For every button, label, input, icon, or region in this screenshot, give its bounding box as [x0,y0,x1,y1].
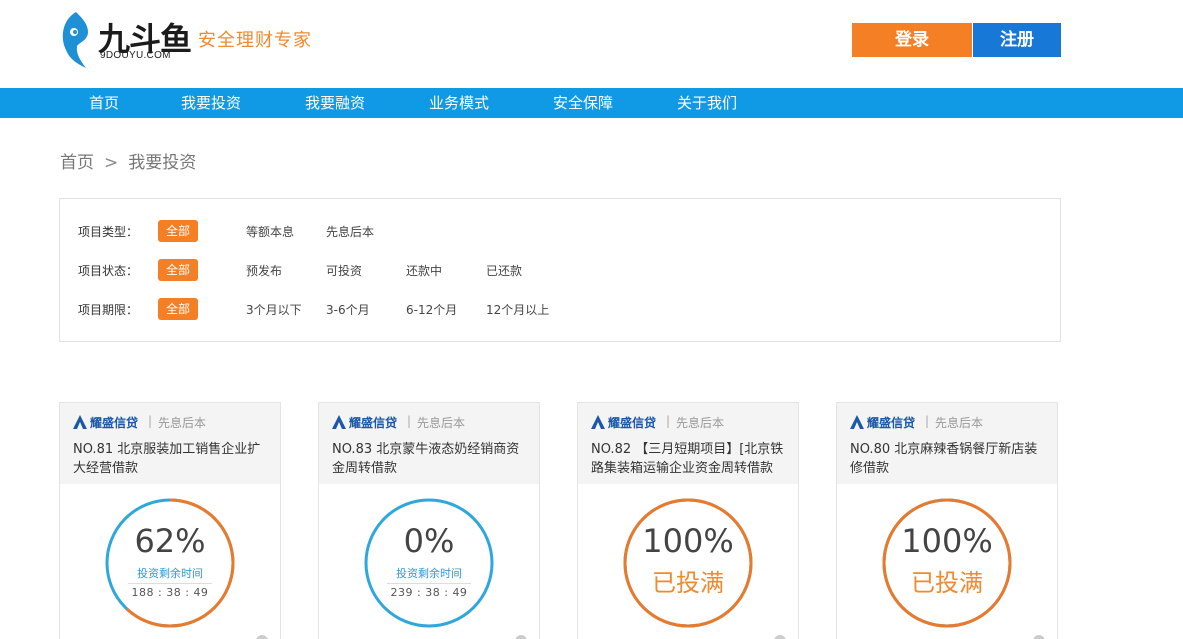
brand-logo-icon [850,415,864,429]
card-header: 耀盛信贷 | 先息后本 NO.83 北京蒙牛液态奶经销商资金周转借款 [319,403,539,484]
brand-name: 耀盛信贷 [90,416,139,430]
brand-name: 耀盛信贷 [608,416,657,430]
breadcrumb: 首页 > 我要投资 [60,148,196,173]
card-header: 耀盛信贷 | 先息后本 NO.80 北京麻辣香锅餐厅新店装修借款 [837,403,1057,484]
help-icon[interactable] [256,635,268,639]
logo-domain: 9DOUYU.COM [100,50,171,61]
repayment-type: 先息后本 [935,416,984,430]
ring-track [364,498,494,628]
filter-label-type: 项目类型： [78,225,139,239]
remaining-time: 239 : 38 : 49 [390,586,468,599]
brand-logo-icon [591,415,605,429]
brand-divider: | [148,414,153,428]
breadcrumb-home[interactable]: 首页 [60,153,94,173]
nav-item-business-model[interactable]: 业务模式 [429,88,489,118]
remaining-time: 188 : 38 : 49 [131,586,209,599]
site-header: 九斗鱼 9DOUYU.COM 安全理财专家 登录 注册 [0,0,1183,88]
help-icon[interactable] [774,635,786,639]
project-card[interactable]: 耀盛信贷 | 先息后本 NO.80 北京麻辣香锅餐厅新店装修借款 100% 已投… [836,402,1058,639]
card-title[interactable]: NO.81 北京服装加工销售企业扩大经营借款 [73,440,273,478]
card-header: 耀盛信贷 | 先息后本 NO.82 【三月短期项目】[北京铁路集装箱运输企业资金… [578,403,798,484]
repayment-type: 先息后本 [676,416,725,430]
progress-ring: 62% 投资剩余时间 188 : 38 : 49 [102,495,238,631]
brand-logo-icon [332,415,346,429]
project-card[interactable]: 耀盛信贷 | 先息后本 NO.81 北京服装加工销售企业扩大经营借款 62% 投… [59,402,281,639]
filter-term-option[interactable]: 3个月以下 [246,301,302,318]
repayment-type: 先息后本 [158,416,207,430]
brand-divider: | [666,414,671,428]
filter-type-option[interactable]: 先息后本 [326,223,374,240]
brand-divider: | [925,414,930,428]
fully-invested-label: 已投满 [911,569,983,597]
progress-ring: 100% 已投满 [879,495,1015,631]
breadcrumb-current: 我要投资 [128,153,197,173]
filter-term-option[interactable]: 3-6个月 [326,301,370,318]
progress-percent: 0% [403,522,455,560]
fully-invested-label: 已投满 [652,569,724,597]
nav-item-invest[interactable]: 我要投资 [181,88,241,118]
ring-divider [387,583,471,584]
filter-term-option[interactable]: 12个月以上 [486,301,549,318]
brand-name: 耀盛信贷 [867,416,916,430]
filter-term-option[interactable]: 6-12个月 [406,301,457,318]
filter-term-all[interactable]: 全部 [158,298,198,320]
repayment-type: 先息后本 [417,416,466,430]
project-card[interactable]: 耀盛信贷 | 先息后本 NO.83 北京蒙牛液态奶经销商资金周转借款 0% 投资… [318,402,540,639]
card-header: 耀盛信贷 | 先息后本 NO.81 北京服装加工销售企业扩大经营借款 [60,403,280,484]
remaining-time-label: 投资剩余时间 [396,567,462,580]
card-title[interactable]: NO.80 北京麻辣香锅餐厅新店装修借款 [850,440,1050,478]
filter-type-all[interactable]: 全部 [158,220,198,242]
progress-ring-graphic [105,498,235,628]
brand-logo-icon [73,415,87,429]
progress-percent: 62% [134,522,206,560]
progress-ring: 100% 已投满 [620,495,756,631]
nav-item-about[interactable]: 关于我们 [677,88,737,118]
progress-ring-graphic [364,498,494,628]
brand-divider: | [407,414,412,428]
fish-logo-icon [62,12,88,68]
nav-item-financing[interactable]: 我要融资 [305,88,365,118]
brand-name: 耀盛信贷 [349,416,398,430]
filter-status-option[interactable]: 预发布 [246,262,282,279]
nav-item-home[interactable]: 首页 [89,88,119,118]
site-logo[interactable]: 九斗鱼 9DOUYU.COM [58,8,198,70]
filter-label-status: 项目状态： [78,264,139,278]
progress-percent: 100% [901,522,993,560]
filter-status-all[interactable]: 全部 [158,259,198,281]
register-button[interactable]: 注册 [973,23,1061,57]
card-title[interactable]: NO.82 【三月短期项目】[北京铁路集装箱运输企业资金周转借款 [591,440,791,478]
filter-status-option[interactable]: 还款中 [406,262,442,279]
main-nav: 首页 我要投资 我要融资 业务模式 安全保障 关于我们 [0,88,1183,118]
slogan: 安全理财专家 [198,30,312,51]
filter-status-option[interactable]: 已还款 [486,262,522,279]
remaining-time-label: 投资剩余时间 [137,567,203,580]
nav-item-security[interactable]: 安全保障 [553,88,613,118]
filter-type-option[interactable]: 等额本息 [246,223,294,240]
progress-percent: 100% [642,522,734,560]
project-card[interactable]: 耀盛信贷 | 先息后本 NO.82 【三月短期项目】[北京铁路集装箱运输企业资金… [577,402,799,639]
filter-label-term: 项目期限： [78,303,139,317]
progress-ring: 0% 投资剩余时间 239 : 38 : 49 [361,495,497,631]
ring-divider [128,583,212,584]
help-icon[interactable] [515,635,527,639]
filter-panel: 项目类型： 全部 等额本息 先息后本 项目状态： 全部 预发布 可投资 还款中 … [59,198,1061,342]
filter-status-option[interactable]: 可投资 [326,262,362,279]
breadcrumb-separator: > [104,153,119,173]
help-icon[interactable] [1033,635,1045,639]
login-button[interactable]: 登录 [852,23,972,57]
card-title[interactable]: NO.83 北京蒙牛液态奶经销商资金周转借款 [332,440,532,478]
